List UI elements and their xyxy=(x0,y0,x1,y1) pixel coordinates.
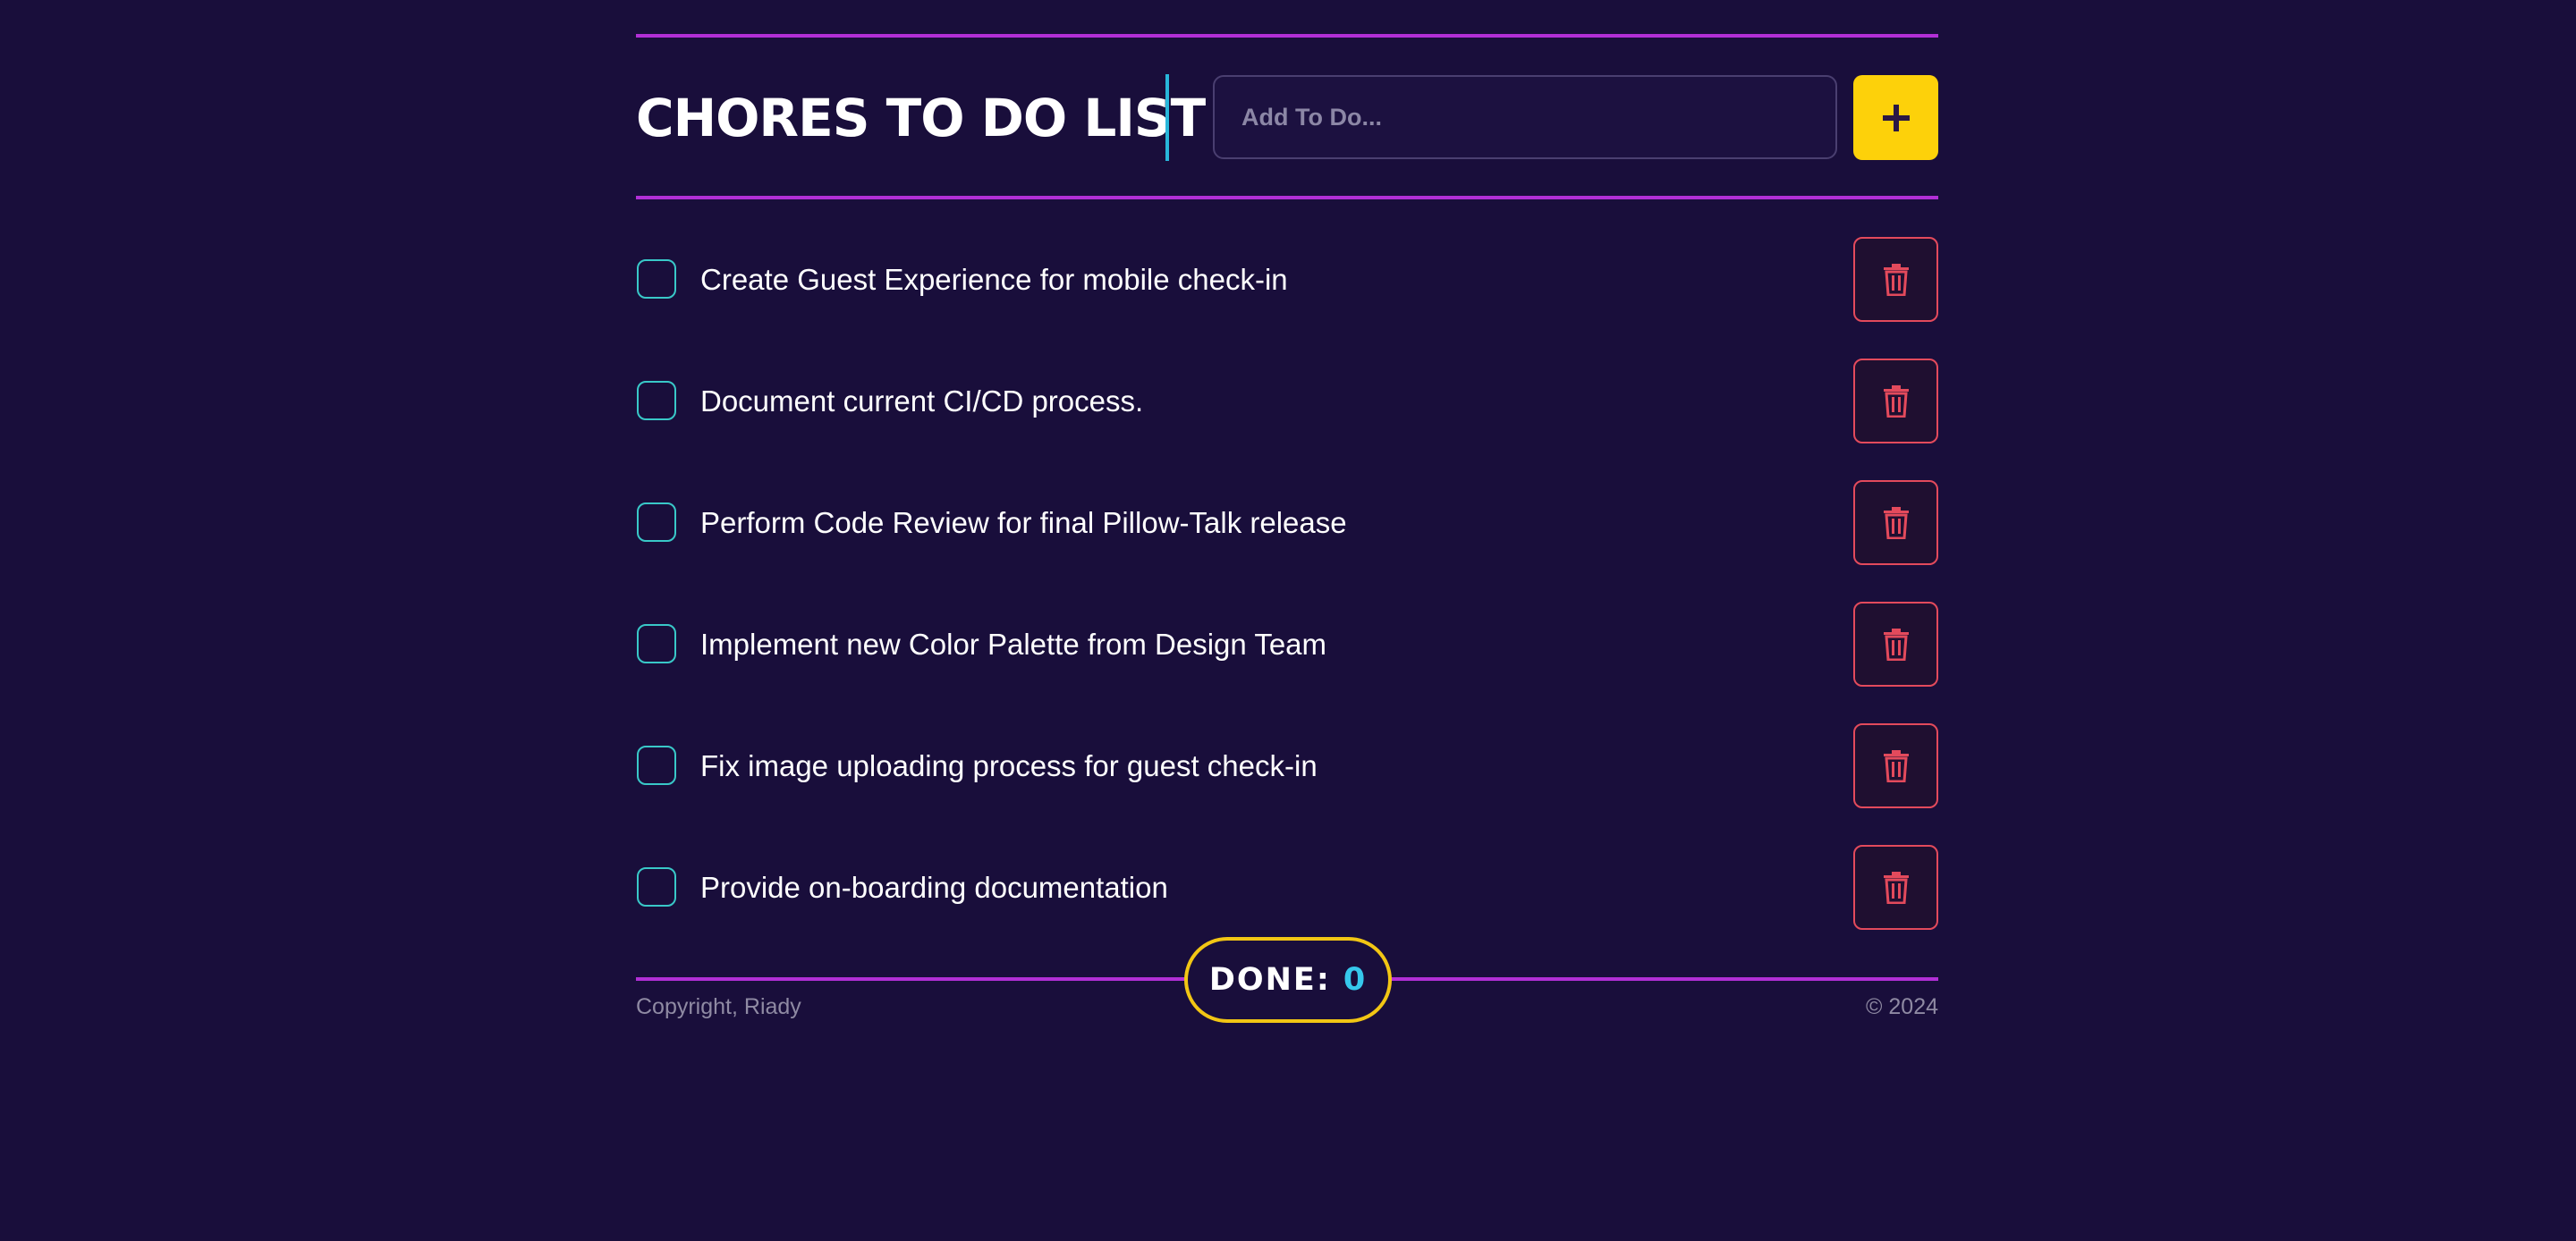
todo-item: Implement new Color Palette from Design … xyxy=(636,602,1938,688)
todo-item: Create Guest Experience for mobile check… xyxy=(636,237,1938,323)
trash-icon xyxy=(1883,506,1909,539)
todo-text: Document current CI/CD process. xyxy=(700,384,1144,418)
footer-copyright: Copyright, Riady xyxy=(636,994,801,1019)
trash-icon xyxy=(1883,384,1909,418)
todo-checkbox[interactable] xyxy=(637,746,676,785)
delete-todo-button[interactable] xyxy=(1853,723,1938,808)
footer-year: © 2024 xyxy=(1866,994,1938,1019)
todo-item: Document current CI/CD process. xyxy=(636,359,1938,444)
todo-item: Provide on-boarding documentation xyxy=(636,845,1938,931)
todo-text: Provide on-boarding documentation xyxy=(700,871,1168,904)
todo-text: Perform Code Review for final Pillow-Tal… xyxy=(700,506,1347,539)
title-divider xyxy=(1165,74,1169,161)
top-divider xyxy=(636,34,1938,38)
todo-text: Fix image uploading process for guest ch… xyxy=(700,749,1318,782)
todo-app: CHORES TO DO LIST Create Guest Experienc… xyxy=(636,0,1938,1241)
todo-item: Fix image uploading process for guest ch… xyxy=(636,723,1938,809)
delete-todo-button[interactable] xyxy=(1853,359,1938,443)
plus-icon xyxy=(1882,104,1910,131)
trash-icon xyxy=(1883,263,1909,296)
todo-checkbox[interactable] xyxy=(637,867,676,907)
todo-text: Create Guest Experience for mobile check… xyxy=(700,263,1288,296)
todo-item: Perform Code Review for final Pillow-Tal… xyxy=(636,480,1938,566)
todo-text: Implement new Color Palette from Design … xyxy=(700,628,1327,661)
trash-icon xyxy=(1883,871,1909,904)
header-divider xyxy=(636,196,1938,199)
page-title: CHORES TO DO LIST xyxy=(636,88,1206,148)
todo-checkbox[interactable] xyxy=(637,259,676,299)
add-todo-input[interactable] xyxy=(1213,75,1837,159)
done-counter-badge: DONE: 0 xyxy=(1184,937,1392,1023)
trash-icon xyxy=(1883,749,1909,782)
delete-todo-button[interactable] xyxy=(1853,602,1938,687)
todo-checkbox[interactable] xyxy=(637,381,676,420)
todo-checkbox[interactable] xyxy=(637,502,676,542)
todo-checkbox[interactable] xyxy=(637,624,676,663)
add-todo-button[interactable] xyxy=(1853,75,1938,160)
delete-todo-button[interactable] xyxy=(1853,480,1938,565)
done-counter-label: DONE: xyxy=(1208,962,1331,998)
done-counter-value: 0 xyxy=(1343,962,1368,998)
delete-todo-button[interactable] xyxy=(1853,845,1938,930)
delete-todo-button[interactable] xyxy=(1853,237,1938,322)
trash-icon xyxy=(1883,628,1909,661)
